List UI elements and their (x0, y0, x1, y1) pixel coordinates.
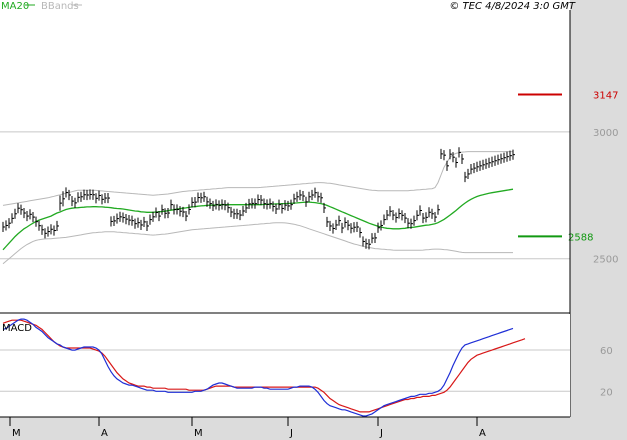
macd-title: MACD (2, 323, 32, 334)
support-level-label: 2588 (568, 232, 593, 243)
resistance-level-label: 3147 (593, 91, 618, 102)
stock-chart: 30002500 31472588 6020 MACD MAMJJA MA20 … (0, 0, 627, 440)
price-y-tick-3000: 3000 (593, 128, 618, 139)
x-tick-label: M (12, 428, 21, 439)
x-tick-label: A (101, 428, 108, 439)
legend-bbands-label: BBands (41, 1, 79, 12)
price-panel: 3000 2500 3147 2588 (0, 10, 618, 312)
macd-y-tick-20: 20 (600, 387, 613, 398)
x-tick-label: M (194, 428, 203, 439)
x-tick-label: J (289, 428, 293, 439)
macd-plot-area (0, 314, 570, 417)
x-tick-label: J (379, 428, 383, 439)
price-y-tick-2500: 2500 (593, 255, 618, 266)
x-tick-label: A (479, 428, 486, 439)
macd-panel: 60 20 MACD (0, 314, 613, 417)
right-axis-bg (570, 0, 627, 440)
copyright-text: © TEC 4/8/2024 3:0 GMT (449, 1, 576, 12)
price-plot-area (0, 10, 570, 312)
macd-y-tick-60: 60 (600, 346, 613, 357)
bottom-axis-bg (0, 417, 627, 440)
legend-ma20-label: MA20 (1, 1, 29, 12)
